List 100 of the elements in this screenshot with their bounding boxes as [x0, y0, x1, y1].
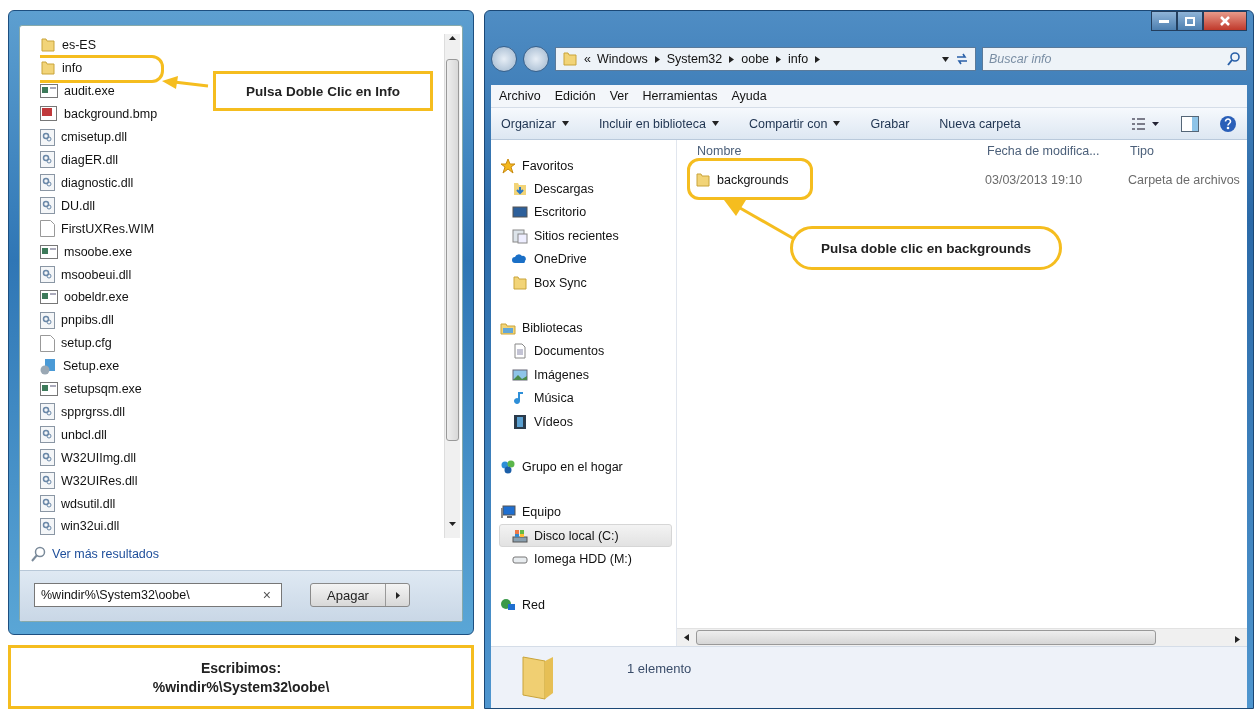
breadcrumb-item[interactable]: Windows — [596, 52, 648, 66]
horizontal-scrollbar[interactable] — [677, 628, 1247, 646]
caret-icon — [394, 591, 401, 599]
nav-item[interactable]: Descargas — [499, 177, 672, 201]
close-button[interactable] — [1203, 11, 1247, 31]
minimize-button[interactable] — [1151, 11, 1177, 31]
nav-item[interactable]: Iomega HDD (M:) — [499, 547, 672, 571]
nav-item[interactable]: Documentos — [499, 339, 672, 364]
file-item[interactable]: pnpibs.dll — [61, 313, 114, 328]
folder-icon — [562, 51, 578, 67]
refresh-icon[interactable] — [955, 52, 969, 66]
menu-item[interactable]: Ver — [609, 89, 629, 103]
caret-icon — [561, 120, 569, 127]
file-item[interactable]: setupsqm.exe — [64, 382, 142, 397]
minimize-icon — [1159, 19, 1169, 23]
view-options-icon[interactable] — [1131, 116, 1161, 131]
file-item[interactable]: info — [62, 61, 83, 76]
menu-item[interactable]: Edición — [554, 89, 596, 103]
menu-item[interactable]: Archivo — [499, 89, 541, 103]
maximize-button[interactable] — [1177, 11, 1203, 31]
toolbar-button[interactable]: Incluir en biblioteca — [598, 116, 719, 131]
search-field[interactable]: Buscar info — [982, 47, 1247, 71]
file-item[interactable]: DU.dll — [61, 198, 96, 213]
file-item[interactable]: msoobe.exe — [64, 244, 133, 259]
toolbar-button[interactable]: Compartir con — [748, 116, 841, 131]
arrow — [160, 76, 210, 92]
search-icon — [1227, 52, 1241, 66]
folder-icon — [695, 172, 711, 188]
breadcrumb-item[interactable]: oobe — [741, 52, 770, 66]
nav-item[interactable]: Vídeos — [499, 409, 672, 434]
search-field[interactable]: %windir%\System32\oobe\ × — [34, 583, 282, 607]
file-item[interactable]: cmisetup.dll — [61, 130, 127, 145]
nav-item[interactable]: Sitios recientes — [499, 224, 672, 248]
nav-item[interactable]: Red — [499, 592, 672, 617]
file-item[interactable]: win32ui.dll — [61, 519, 120, 534]
file-item[interactable]: msoobeui.dll — [61, 267, 132, 282]
breadcrumb-item[interactable]: info — [788, 52, 809, 66]
breadcrumb-overflow[interactable]: « — [584, 52, 591, 66]
gear-file-icon — [40, 197, 55, 215]
file-name[interactable]: backgrounds — [717, 173, 789, 187]
maximize-icon — [1185, 16, 1195, 26]
file-item[interactable]: diagER.dll — [61, 153, 118, 167]
file-item[interactable]: wdsutil.dll — [61, 496, 116, 511]
file-item[interactable]: FirstUXRes.WIM — [61, 221, 155, 236]
file-item[interactable]: es-ES — [62, 38, 97, 53]
file-item[interactable]: audit.exe — [64, 84, 115, 99]
file-item[interactable]: oobeldr.exe — [64, 290, 129, 305]
file-item[interactable]: W32UIRes.dll — [61, 473, 138, 488]
toolbar-button[interactable]: Nueva carpeta — [939, 116, 1021, 131]
nav-item[interactable]: Disco local (C:) — [499, 524, 672, 548]
toolbar-button[interactable]: Grabar — [870, 116, 910, 131]
file-item[interactable]: background.bmp — [64, 107, 158, 122]
scroll-thumb[interactable] — [446, 59, 459, 441]
file-item[interactable]: spprgrss.dll — [61, 404, 125, 419]
scroll-thumb[interactable] — [696, 630, 1156, 645]
help-icon[interactable] — [1219, 114, 1237, 133]
scrollbar[interactable] — [444, 34, 460, 538]
clear-button[interactable]: × — [258, 587, 275, 603]
caret-icon — [833, 120, 841, 127]
system-disk-icon — [512, 527, 528, 544]
gear-file-icon — [40, 518, 55, 535]
folder-icon — [512, 274, 528, 291]
menu-item[interactable]: Herramientas — [642, 89, 718, 103]
nav-item[interactable]: OneDrive — [499, 247, 672, 271]
preview-pane-icon[interactable] — [1181, 115, 1199, 132]
back-button[interactable] — [491, 46, 517, 72]
gear-file-icon — [40, 426, 55, 444]
address-bar[interactable]: « Windows System32 oobe info — [555, 47, 976, 71]
gear-file-icon — [40, 174, 55, 192]
file-item[interactable]: unbcl.dll — [61, 427, 107, 442]
nav-item[interactable]: Equipo — [499, 500, 672, 525]
file-item[interactable]: diagnostic.dll — [61, 175, 134, 190]
toolbar-button[interactable]: Organizar — [501, 116, 569, 131]
shutdown-button[interactable]: Apagar — [311, 584, 385, 606]
nav-item[interactable]: Favoritos — [499, 154, 672, 178]
chevron-icon — [814, 55, 822, 63]
column-header[interactable]: Tipo — [1128, 144, 1247, 166]
callout: Pulsa doble clic en backgrounds — [790, 226, 1062, 270]
network-icon — [500, 596, 516, 613]
breadcrumb-item[interactable]: System32 — [666, 52, 723, 66]
window-file-icon — [40, 382, 58, 397]
forward-button[interactable] — [523, 46, 549, 72]
column-header[interactable]: Nombre — [695, 144, 985, 166]
nav-item[interactable]: Música — [499, 386, 672, 410]
file-item[interactable]: setup.cfg — [61, 336, 112, 351]
nav-item[interactable]: Escritorio — [499, 200, 672, 225]
gear-file-icon — [40, 472, 55, 490]
menu-item[interactable]: Ayuda — [731, 89, 767, 103]
nav-item[interactable]: Grupo en el hogar — [499, 455, 672, 479]
nav-item[interactable]: Imágenes — [499, 363, 672, 387]
file-item[interactable]: W32UIImg.dll — [61, 450, 137, 465]
computer-icon — [500, 504, 516, 521]
gear-file-icon — [40, 449, 55, 467]
gear-file-icon — [40, 151, 55, 169]
file-item[interactable]: Setup.exe — [63, 359, 120, 374]
more-results-link[interactable]: Ver más resultados — [52, 547, 159, 561]
nav-item[interactable]: Box Sync — [499, 270, 672, 295]
nav-item[interactable]: Bibliotecas — [499, 316, 672, 340]
scroll-right-icon — [1234, 635, 1241, 643]
column-header[interactable]: Fecha de modifica... — [985, 144, 1128, 166]
